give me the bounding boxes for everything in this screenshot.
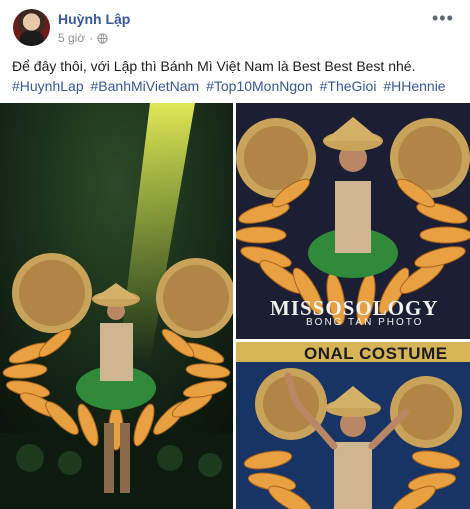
more-options-icon[interactable]: •••: [432, 9, 453, 27]
hashtags: #HuynhLap #BanhMiVietNam #Top10MonNgon #…: [12, 76, 462, 96]
post-time[interactable]: 5 giờ: [58, 31, 85, 45]
banner-text: ONAL COSTUME: [304, 344, 448, 363]
watermark-subtitle: BONG TAN PHOTO: [306, 317, 424, 328]
photo-bottom-right-image: [236, 342, 470, 509]
photo-bottom-right[interactable]: ONAL COSTUME: [236, 342, 470, 509]
post-header: Huỳnh Lập 5 giờ · •••: [0, 0, 470, 52]
hashtag-link[interactable]: #Top10MonNgon: [206, 78, 313, 94]
post-text: Để đây thôi, với Lập thì Bánh Mì Việt Na…: [12, 56, 462, 96]
photo-grid: MISSOSOLOGY BONG TAN PHOTO ONAL COSTUME: [0, 103, 470, 509]
avatar[interactable]: [13, 9, 50, 46]
post-message: Để đây thôi, với Lập thì Bánh Mì Việt Na…: [12, 58, 416, 74]
photo-main[interactable]: [0, 103, 233, 509]
photo-main-image: [0, 103, 233, 509]
globe-icon: [97, 32, 108, 44]
hashtag-link[interactable]: #HHennie: [383, 78, 445, 94]
post-meta: 5 giờ ·: [58, 31, 108, 45]
author-name[interactable]: Huỳnh Lập: [58, 11, 130, 27]
hashtag-link[interactable]: #HuynhLap: [12, 78, 84, 94]
hashtag-link[interactable]: #TheGioi: [320, 78, 377, 94]
photo-top-right[interactable]: MISSOSOLOGY BONG TAN PHOTO: [236, 103, 470, 339]
hashtag-link[interactable]: #BanhMiVietNam: [91, 78, 200, 94]
